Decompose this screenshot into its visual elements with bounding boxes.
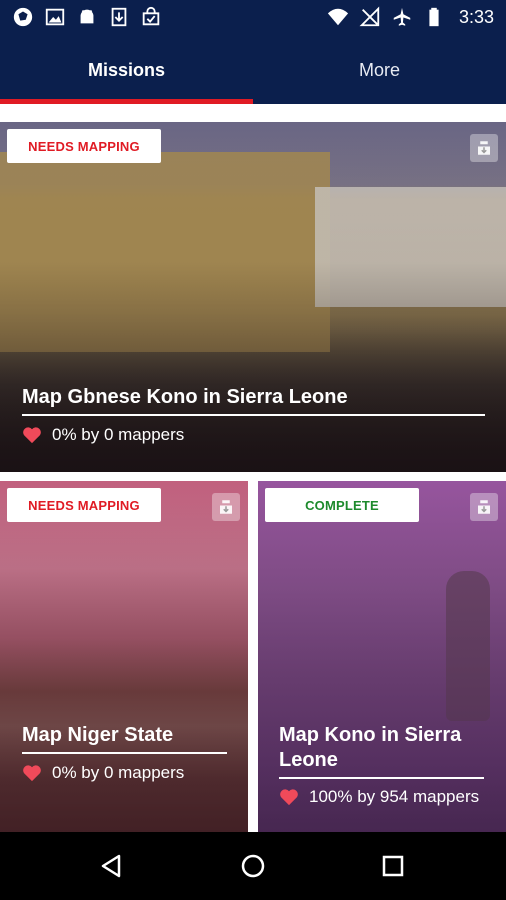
battery-icon <box>423 6 445 28</box>
back-icon[interactable] <box>92 846 132 886</box>
mission-title: Map Gbnese Kono in Sierra Leone <box>22 386 348 408</box>
mission-title: Map Niger State <box>22 724 174 746</box>
tab-bar: Missions More <box>0 36 506 104</box>
mission-stats: 0% by 0 mappers <box>22 425 482 445</box>
mission-card-gbnese-kono[interactable]: NEEDS MAPPING Map Gbnese Kono in Sierra … <box>0 122 506 472</box>
title-divider <box>22 414 485 416</box>
status-badge: COMPLETE <box>265 488 419 522</box>
heart-icon <box>23 765 41 782</box>
heart-icon <box>280 789 298 806</box>
mission-stats-text: 100% by 954 mappers <box>309 787 480 806</box>
clock-time: 3:33 <box>458 7 494 27</box>
android-icon <box>76 6 98 28</box>
status-badge: NEEDS MAPPING <box>7 488 161 522</box>
check-bag-icon <box>140 6 162 28</box>
download-icon <box>108 6 130 28</box>
home-icon[interactable] <box>233 846 273 886</box>
image-dim-overlay <box>0 122 506 472</box>
mission-stats: 100% by 954 mappers <box>279 787 506 807</box>
download-map-icon[interactable] <box>212 493 240 521</box>
airplane-icon <box>391 6 413 28</box>
mission-card-niger-state[interactable]: NEEDS MAPPING Map Niger State 0% by 0 ma… <box>0 481 248 832</box>
system-nav-bar <box>0 832 506 900</box>
tab-more[interactable]: More <box>253 36 506 104</box>
download-map-icon[interactable] <box>470 493 498 521</box>
download-map-icon[interactable] <box>470 134 498 162</box>
no-signal-icon <box>359 6 381 28</box>
mission-stats: 0% by 0 mappers <box>22 763 237 783</box>
tab-missions[interactable]: Missions <box>0 36 253 104</box>
title-divider <box>279 777 484 779</box>
status-badge: NEEDS MAPPING <box>7 129 161 163</box>
app-logo-icon <box>12 6 34 28</box>
wifi-icon <box>327 6 349 28</box>
image-dim-overlay <box>258 481 506 832</box>
tab-indicator <box>0 99 253 104</box>
mission-card-kono[interactable]: COMPLETE Map Kono in Sierra Leone 100% b… <box>258 481 506 832</box>
title-divider <box>22 752 227 754</box>
image-icon <box>44 6 66 28</box>
status-bar: 3:33 <box>0 0 506 36</box>
mission-stats-text: 0% by 0 mappers <box>52 425 185 444</box>
mission-title: Map Kono in Sierra Leone <box>279 724 462 771</box>
recents-icon[interactable] <box>373 846 413 886</box>
mission-stats-text: 0% by 0 mappers <box>52 763 185 782</box>
heart-icon <box>23 427 41 444</box>
